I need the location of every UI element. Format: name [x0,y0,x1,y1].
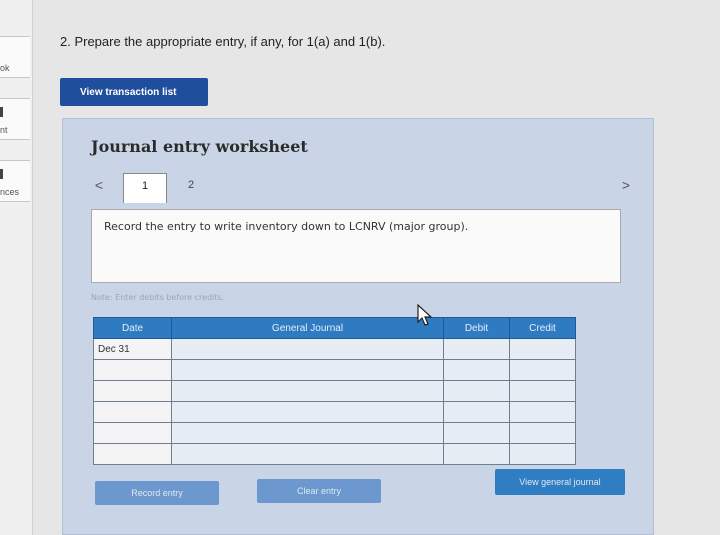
journal-entry-worksheet: Journal entry worksheet < 1 2 > Record t… [62,118,654,535]
table-row [93,380,576,402]
date-cell[interactable] [93,380,172,402]
debit-field[interactable] [443,338,510,360]
rail-marker-icon [0,169,3,179]
instruction-text: Record the entry to write inventory down… [104,220,469,233]
rail-item-print[interactable]: nt [0,98,30,140]
debit-field[interactable] [443,422,510,444]
credit-field[interactable] [509,422,576,444]
rail-item-book[interactable]: ok [0,36,30,78]
rail-marker-icon [0,107,3,117]
instruction-box: Record the entry to write inventory down… [91,209,621,283]
table-row [93,401,576,423]
rail-item-label: ok [0,63,10,73]
clear-entry-button[interactable]: Clear entry [257,479,381,503]
credit-field[interactable] [509,443,576,465]
credit-field[interactable] [509,338,576,360]
debit-field[interactable] [443,359,510,381]
account-field[interactable] [171,443,444,465]
rail-item-label: nces [0,187,20,197]
rail-item-references[interactable]: nces [0,160,30,202]
table-row [93,422,576,444]
debit-field[interactable] [443,401,510,423]
account-field[interactable] [171,380,444,402]
table-header-row: Date General Journal Debit Credit [93,317,576,339]
column-header-debit: Debit [443,317,510,339]
view-general-journal-button[interactable]: View general journal [495,469,625,495]
note-text: Note: Enter debits before credits. [91,293,225,302]
credit-field[interactable] [509,380,576,402]
date-cell[interactable]: Dec 31 [93,338,172,360]
left-rail: ok nt nces [0,0,33,535]
credit-field[interactable] [509,359,576,381]
date-cell[interactable] [93,359,172,381]
chevron-left-icon[interactable]: < [89,175,109,195]
worksheet-title: Journal entry worksheet [91,137,308,156]
account-field[interactable] [171,338,444,360]
table-row: Dec 31 [93,338,576,360]
rail-item-label: nt [0,125,8,135]
view-transaction-list-button[interactable]: View transaction list [60,78,208,106]
column-header-credit: Credit [509,317,576,339]
general-journal-table: Date General Journal Debit Credit Dec 31 [93,317,576,465]
table-row [93,359,576,381]
debit-field[interactable] [443,380,510,402]
account-field[interactable] [171,422,444,444]
tab-entry-1[interactable]: 1 [123,173,167,203]
chevron-right-icon[interactable]: > [616,175,636,195]
record-entry-button[interactable]: Record entry [95,481,219,505]
credit-field[interactable] [509,401,576,423]
column-header-general-journal: General Journal [171,317,444,339]
date-cell[interactable] [93,422,172,444]
date-cell[interactable] [93,401,172,423]
date-cell[interactable] [93,443,172,465]
column-header-date: Date [93,317,172,339]
tab-entry-2[interactable]: 2 [169,173,213,203]
mouse-pointer-icon [417,304,433,326]
question-prompt: 2. Prepare the appropriate entry, if any… [60,34,386,49]
account-field[interactable] [171,359,444,381]
debit-field[interactable] [443,443,510,465]
table-row [93,443,576,465]
account-field[interactable] [171,401,444,423]
